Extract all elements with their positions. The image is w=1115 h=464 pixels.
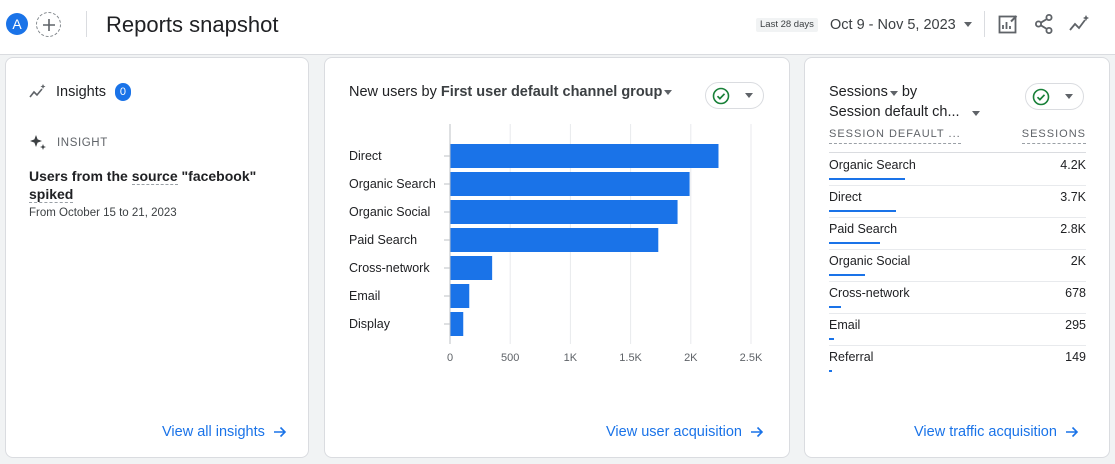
link-label: View user acquisition xyxy=(606,424,742,440)
date-preset-chip[interactable]: Last 28 days xyxy=(756,18,818,32)
row-value: 2K xyxy=(1070,254,1086,268)
x-tick-label: 2K xyxy=(684,352,698,364)
column-header-sessions[interactable]: SESSIONS xyxy=(1021,128,1086,144)
row-value: 295 xyxy=(1065,318,1086,332)
sparkle-icon xyxy=(30,135,46,150)
x-tick-label: 1.5K xyxy=(619,352,642,364)
date-range-picker[interactable]: Oct 9 - Nov 5, 2023 xyxy=(830,16,956,34)
row-value: 2.8K xyxy=(1060,222,1086,236)
category-label: Organic Search xyxy=(349,177,436,191)
row-value: 678 xyxy=(1065,286,1086,300)
insights-title: Insights xyxy=(56,84,106,100)
row-share-bar xyxy=(829,306,841,308)
table-title[interactable]: Sessions by Session default ch... xyxy=(829,82,989,122)
row-label: Direct xyxy=(829,190,862,204)
insight-dimension-term: source xyxy=(131,168,178,185)
bar xyxy=(450,228,659,252)
row-value: 4.2K xyxy=(1060,158,1086,172)
chevron-down-icon[interactable] xyxy=(971,111,980,116)
insights-sparkline-icon xyxy=(29,84,46,98)
row-share-bar xyxy=(829,370,832,372)
category-label: Direct xyxy=(349,149,382,163)
row-share-bar xyxy=(829,242,880,244)
insight-title-text: "facebook" xyxy=(177,168,257,184)
row-label: Paid Search xyxy=(829,222,898,236)
link-label: View traffic acquisition xyxy=(914,424,1057,440)
plus-icon xyxy=(42,18,55,31)
insight-title-text: Users from the xyxy=(29,168,132,184)
category-label: Cross-network xyxy=(349,261,430,275)
arrow-right-icon xyxy=(273,426,287,438)
bar xyxy=(450,144,719,168)
view-traffic-acquisition-link[interactable]: View traffic acquisition xyxy=(914,424,1079,440)
table-row[interactable]: Organic Social 2K xyxy=(829,250,1086,282)
row-value: 3.7K xyxy=(1060,190,1086,204)
view-all-insights-link[interactable]: View all insights xyxy=(162,424,287,440)
bar xyxy=(450,172,690,196)
table-row[interactable]: Referral 149 xyxy=(829,346,1086,378)
insights-card: Insights 0 INSIGHT Users from the source… xyxy=(5,57,309,458)
row-share-bar xyxy=(829,178,905,180)
view-user-acquisition-link[interactable]: View user acquisition xyxy=(606,424,764,440)
row-share-bar xyxy=(829,274,865,276)
row-label: Organic Social xyxy=(829,254,911,268)
top-bar: A Reports snapshot Last 28 days Oct 9 - … xyxy=(0,0,1115,55)
divider xyxy=(86,11,87,37)
chevron-down-icon[interactable] xyxy=(889,91,898,96)
category-label: Organic Social xyxy=(349,205,430,219)
bar xyxy=(450,284,470,308)
insight-date-range: From October 15 to 21, 2023 xyxy=(29,207,177,219)
row-share-bar xyxy=(829,338,834,340)
table-title-by: by xyxy=(897,84,918,100)
bar xyxy=(450,312,464,336)
table-title-dimension[interactable]: Session default ch... xyxy=(829,104,960,120)
customize-report-icon[interactable] xyxy=(996,12,1020,36)
link-label: View all insights xyxy=(162,424,265,440)
comparison-toggle[interactable] xyxy=(1025,83,1084,110)
insights-header: Insights 0 xyxy=(28,82,131,102)
page-title: Reports snapshot xyxy=(106,12,279,37)
insight-kicker: INSIGHT xyxy=(28,133,108,153)
table-row[interactable]: Direct 3.7K xyxy=(829,186,1086,218)
x-tick-label: 2.5K xyxy=(740,352,763,364)
add-comparison-button[interactable] xyxy=(36,12,61,37)
insight-metric-term: spiked xyxy=(29,186,74,203)
row-share-bar xyxy=(829,210,896,212)
divider xyxy=(829,152,1086,153)
user-acquisition-card: New users by First user default channel … xyxy=(324,57,790,458)
column-header-dimension[interactable]: SESSION DEFAULT ... xyxy=(829,128,961,144)
category-label: Display xyxy=(349,317,391,331)
arrow-right-icon xyxy=(1065,426,1079,438)
row-label: Email xyxy=(829,318,861,332)
insights-sparkline-icon[interactable] xyxy=(1068,12,1092,36)
table-title-metric[interactable]: Sessions xyxy=(829,84,888,100)
share-icon[interactable] xyxy=(1032,12,1056,36)
table-row[interactable]: Email 295 xyxy=(829,314,1086,346)
arrow-right-icon xyxy=(750,426,764,438)
insights-count-badge: 0 xyxy=(114,83,131,101)
row-label: Cross-network xyxy=(829,286,910,300)
row-label: Referral xyxy=(829,350,874,364)
new-users-bar-chart: 0 500 1K 1.5K 2K 2.5K Direct Organic Search Orga… xyxy=(349,124,763,364)
category-label: Paid Search xyxy=(349,233,417,247)
row-label: Organic Search xyxy=(829,158,916,172)
table-row[interactable]: Cross-network 678 xyxy=(829,282,1086,314)
x-tick-label: 500 xyxy=(501,352,519,364)
checkmark-icon xyxy=(1032,88,1050,105)
bar xyxy=(450,256,493,280)
insight-kicker-label: INSIGHT xyxy=(57,137,108,149)
table-row[interactable]: Paid Search 2.8K xyxy=(829,218,1086,250)
divider xyxy=(984,11,985,37)
table-row[interactable]: Organic Search 4.2K xyxy=(829,154,1086,186)
chevron-down-icon xyxy=(1065,94,1073,99)
x-tick-label: 1K xyxy=(564,352,578,364)
avatar[interactable]: A xyxy=(6,13,28,35)
category-label: Email xyxy=(349,289,380,303)
bar xyxy=(450,200,678,224)
row-value: 149 xyxy=(1065,350,1086,364)
insight-title[interactable]: Users from the source "facebook" spiked xyxy=(29,167,269,203)
x-tick-label: 0 xyxy=(447,352,453,364)
chevron-down-icon[interactable] xyxy=(964,22,972,27)
traffic-acquisition-card: Sessions by Session default ch... SESSIO… xyxy=(804,57,1110,458)
